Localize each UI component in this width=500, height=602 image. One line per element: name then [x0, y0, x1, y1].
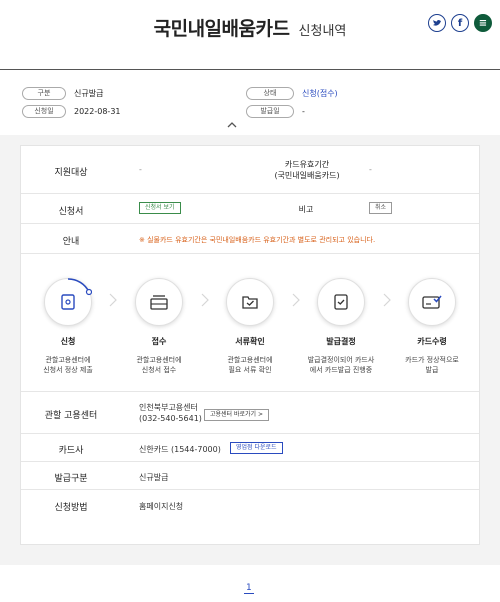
step-arrow-icon — [201, 292, 209, 311]
cancel-button[interactable]: 취소 — [369, 202, 393, 214]
type-pill: 구분 — [22, 86, 66, 100]
step-arrow-icon — [383, 292, 391, 311]
twitter-icon[interactable] — [428, 14, 446, 32]
method-label: 신청방법 — [54, 503, 88, 513]
step-arrow-icon — [292, 292, 300, 311]
center-label: 관할 고용센터 — [44, 411, 98, 421]
type-value: 신규발급 — [74, 88, 104, 98]
detail-section: 지원대상 - 카드유효기간 (국민내일배움카드) - 신청서 신청서 보기 비고… — [0, 135, 500, 565]
doc-check-icon — [334, 294, 348, 310]
share-buttons: f ≡ — [428, 14, 492, 32]
row-issue-type: 발급구분 신규발급 — [21, 462, 479, 490]
step-arrow-icon — [109, 292, 117, 311]
issue-type-label: 발급구분 — [54, 474, 88, 484]
step-decision-icon — [317, 278, 365, 326]
issue-date-value: - — [302, 106, 305, 116]
step-apply-name: 신청 — [60, 337, 76, 346]
card-company-label: 카드사 — [58, 446, 84, 456]
title-sub: 신청내역 — [298, 24, 347, 39]
step-decision-desc: 발급결정이되어 카드사 에서 카드발급 진행중 — [307, 356, 375, 374]
row-support: 지원대상 - 카드유효기간 (국민내일배움카드) - — [21, 146, 479, 194]
branch-download-button[interactable]: 영업점 다운로드 — [230, 442, 283, 454]
step-receive-card-name: 카드수령 — [417, 337, 447, 346]
validity-value: - — [369, 165, 372, 174]
step-apply-desc: 관할고용센터에 신청서 정상 제출 — [43, 356, 93, 374]
apply-date-pill: 신청일 — [22, 104, 66, 118]
step-receive-name: 접수 — [151, 337, 167, 346]
card-company-value: 신한카드 (1544-7000) — [139, 445, 221, 454]
summary-apply-date: 신청일 2022-08-31 — [22, 104, 121, 118]
step-docs-icon — [226, 278, 274, 326]
facebook-glyph: f — [457, 17, 463, 29]
row-guide: 안내 ※ 실물카드 유효기간은 국민내일배움카드 유효기간과 별도로 관리되고 … — [21, 224, 479, 254]
status-value: 신청(접수) — [302, 88, 338, 98]
issue-type-value: 신규발급 — [139, 473, 169, 482]
summary-type: 구분 신규발급 — [22, 86, 103, 100]
step-decision-name: 발급결정 — [326, 337, 356, 346]
guide-label: 안내 — [62, 237, 80, 247]
step-apply-icon — [44, 278, 92, 326]
more-share-icon[interactable]: ≡ — [474, 14, 492, 32]
row-application: 신청서 신청서 보기 비고 취소 — [21, 194, 479, 224]
validity-label: 카드유효기간 (국민내일배움카드) — [274, 160, 340, 180]
title-main: 국민내일배움카드 — [153, 18, 290, 40]
row-method: 신청방법 홈페이지신청 — [21, 490, 479, 520]
row-card-company: 카드사 신한카드 (1544-7000) 영업점 다운로드 — [21, 434, 479, 462]
step-docs-desc: 관할고용센터에 필요 서류 확인 — [227, 356, 273, 374]
support-value: - — [139, 165, 142, 174]
collapse-caret-icon[interactable] — [226, 118, 238, 132]
process-steps: 신청 관할고용센터에 신청서 정상 제출 접수 관할고용센터에 신청서 접수 서… — [21, 254, 479, 392]
step-receive-card-desc: 카드가 정상적으로 발급 — [405, 356, 459, 374]
page-header: 국민내일배움카드 신청내역 f ≡ — [0, 0, 500, 70]
application-label: 신청서 — [58, 207, 84, 217]
issue-date-pill: 발급일 — [246, 104, 294, 118]
facebook-icon[interactable]: f — [451, 14, 469, 32]
detail-card: 지원대상 - 카드유효기간 (국민내일배움카드) - 신청서 신청서 보기 비고… — [20, 145, 480, 545]
view-application-button[interactable]: 신청서 보기 — [139, 202, 181, 214]
page-title: 국민내일배움카드 신청내역 — [0, 14, 500, 41]
row-center: 관할 고용센터 인천북부고용센터 (032-540-5641) 고용센터 바로가… — [21, 392, 479, 434]
center-name: 인천북부고용센터 — [139, 403, 198, 412]
summary-status: 상태 신청(접수) — [246, 86, 338, 100]
remark-label: 비고 — [298, 205, 314, 214]
center-info: 인천북부고용센터 (032-540-5641) — [139, 402, 202, 424]
more-share-glyph: ≡ — [478, 17, 488, 29]
step-receive-desc: 관할고용센터에 신청서 접수 — [136, 356, 182, 374]
apply-date-value: 2022-08-31 — [74, 106, 121, 116]
pagination-current[interactable]: 1 — [244, 583, 254, 594]
step-receive-card-icon — [408, 278, 456, 326]
status-pill: 상태 — [246, 86, 294, 100]
step-receive-icon — [135, 278, 183, 326]
center-phone: (032-540-5641) — [139, 414, 202, 423]
summary-issue-date: 발급일 - — [246, 104, 305, 118]
folder-check-icon — [242, 296, 258, 309]
center-link-button[interactable]: 고용센터 바로가기 > — [204, 409, 270, 421]
step-docs-name: 서류확인 — [235, 337, 265, 346]
support-label: 지원대상 — [54, 168, 88, 178]
tray-icon — [150, 295, 168, 310]
method-value: 홈페이지신청 — [139, 502, 184, 511]
guide-notice: ※ 실물카드 유효기간은 국민내일배움카드 유효기간과 별도로 관리되고 있습니… — [139, 236, 376, 244]
card-icon — [422, 295, 442, 309]
